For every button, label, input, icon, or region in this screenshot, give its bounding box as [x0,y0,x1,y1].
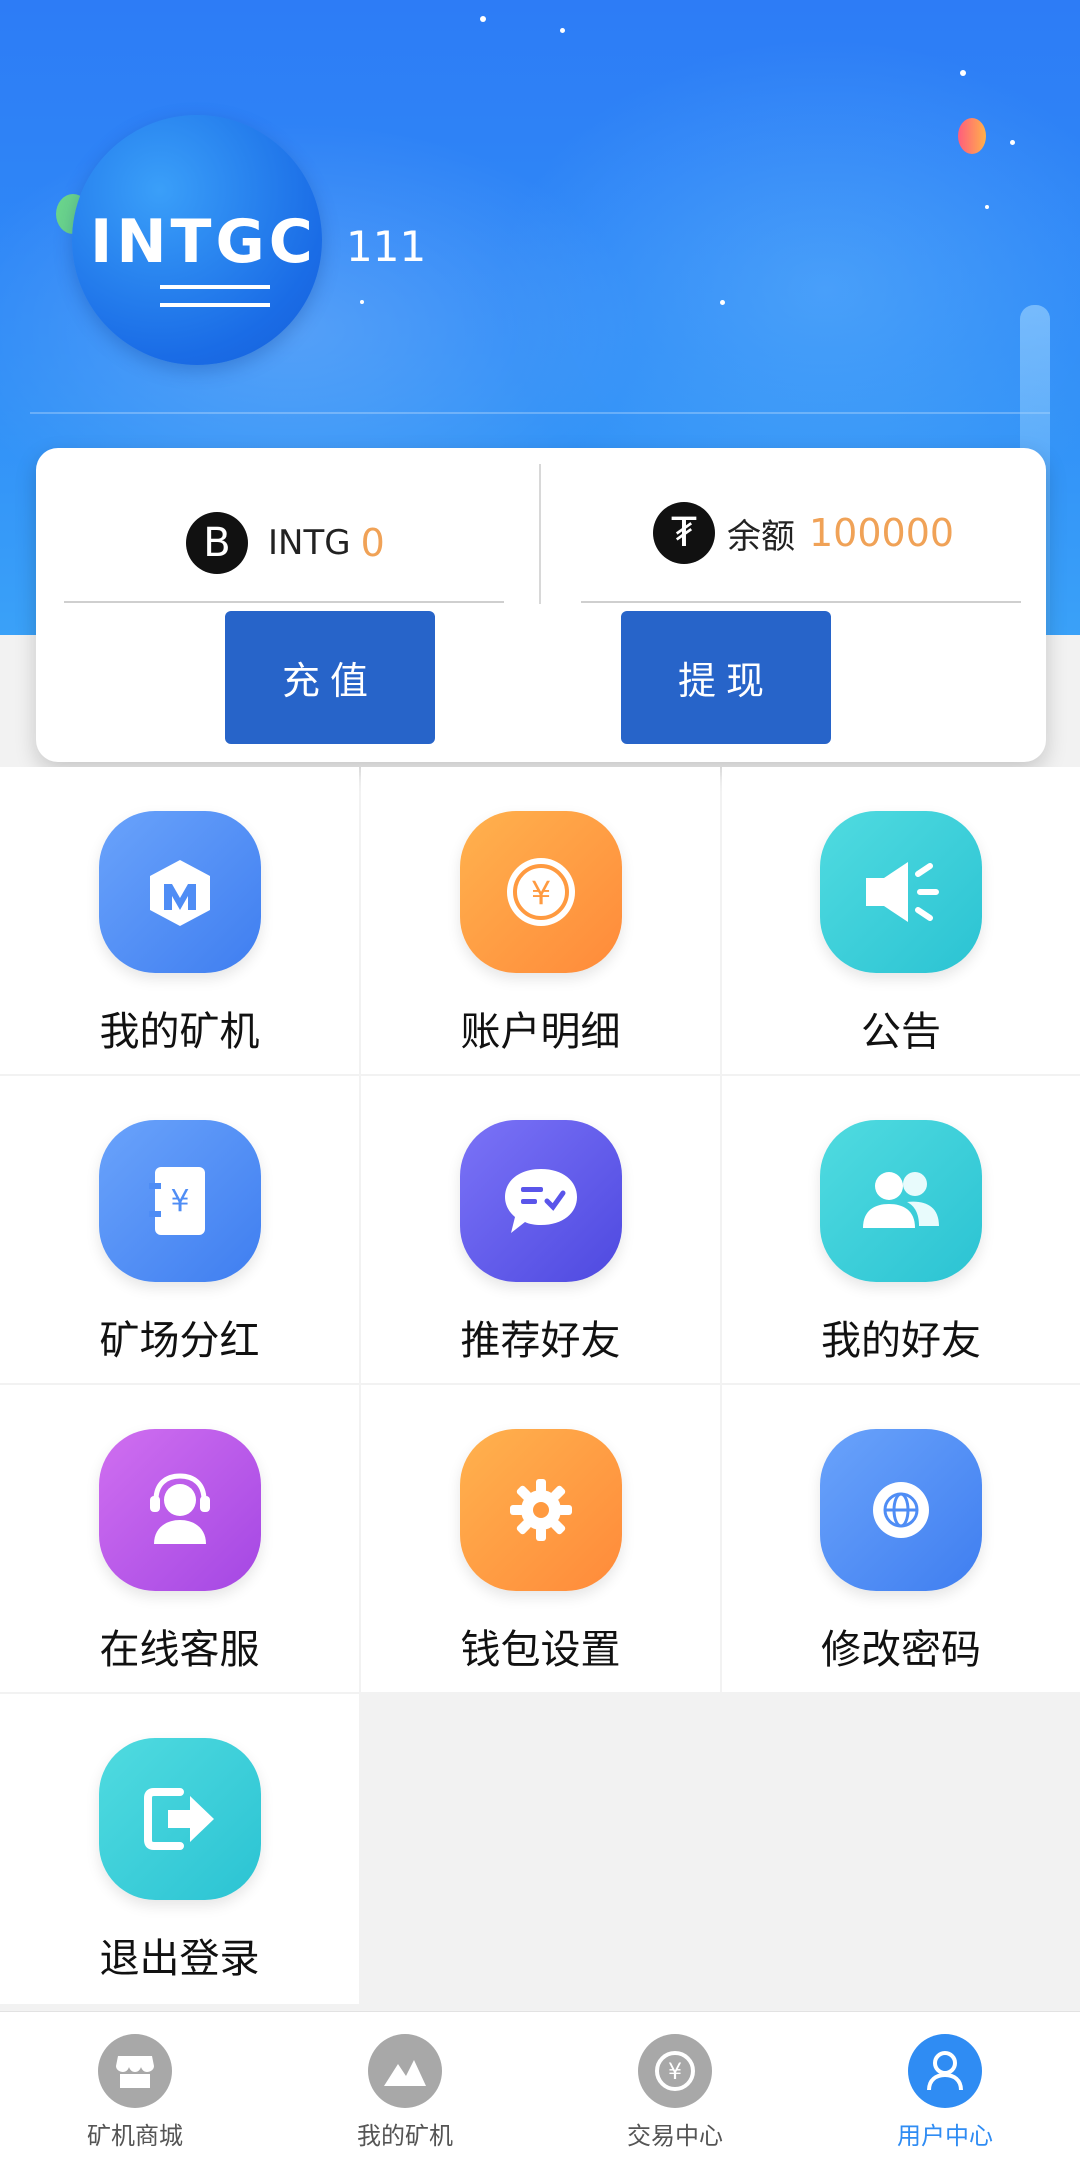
logout-icon [98,1738,261,1900]
friends-icon [820,1120,982,1282]
menu-change-password[interactable]: 修改密码 [722,1385,1080,1692]
svg-text:¥: ¥ [530,874,550,912]
menu-label: 矿场分红 [99,1318,260,1364]
menu-farm-dividend[interactable]: ¥ 矿场分红 [0,1076,359,1383]
header-divider-line [30,412,1050,414]
intg-balance: B INTG 0 [186,508,385,578]
menu-label: 修改密码 [821,1627,981,1673]
store-icon [98,2034,172,2108]
menu-announcement[interactable]: 公告 [722,767,1080,1074]
megaphone-icon [820,811,982,973]
menu-my-miners[interactable]: 我的矿机 [0,767,359,1074]
avatar-logo-text: INTGC [90,207,317,277]
menu-label: 账户明细 [460,1009,621,1055]
balance-label: 余额 [727,516,795,557]
avatar-logo-bar [160,285,270,307]
nav-label: 用户中心 [897,2122,993,2150]
miner-icon [98,811,261,973]
nav-tab-miner-store[interactable]: 矿机商城 [0,2012,270,2161]
svg-text:¥: ¥ [668,2060,682,2085]
balance-card: B INTG 0 ₮ 余额 100000 充值 提现 [36,448,1046,762]
withdraw-button[interactable]: 提现 [621,611,831,744]
nav-label: 矿机商城 [87,2122,183,2150]
menu-label: 我的好友 [821,1318,981,1364]
nav-label: 我的矿机 [357,2122,453,2150]
balance-value: 100000 [809,511,955,555]
menu-label: 公告 [861,1009,941,1055]
b-coin-icon: B [186,512,248,574]
svg-text:¥: ¥ [170,1184,189,1219]
ledger-icon: ¥ [98,1120,261,1282]
decor-star [1010,140,1015,145]
username: 111 [346,222,427,271]
menu-refer-friends[interactable]: 推荐好友 [361,1076,720,1383]
menu-label: 我的矿机 [99,1009,260,1055]
nav-tab-user-center[interactable]: 用户中心 [810,2012,1080,2161]
mountain-icon [368,2034,442,2108]
menu-online-support[interactable]: 在线客服 [0,1385,359,1692]
nav-tab-trade-center[interactable]: ¥ 交易中心 [540,2012,810,2161]
recharge-button[interactable]: 充值 [225,611,435,744]
decor-star [480,16,486,22]
tether-coin-icon: ₮ [653,502,715,564]
menu-label: 推荐好友 [460,1318,621,1364]
exchange-icon: ¥ [638,2034,712,2108]
support-icon [98,1429,261,1591]
decor-star [560,28,565,33]
coin-icon: ¥ [459,811,622,973]
menu-label: 退出登录 [99,1936,260,1982]
nav-tab-my-miners[interactable]: 我的矿机 [270,2012,540,2161]
menu-my-friends[interactable]: 我的好友 [722,1076,1080,1383]
user-icon [908,2034,982,2108]
card-underline-left [64,601,504,603]
gear-icon [459,1429,622,1591]
card-underline-right [581,601,1021,603]
decor-star [985,205,989,209]
decor-star [360,300,364,304]
nav-label: 交易中心 [627,2122,723,2150]
usdt-balance: ₮ 余额 100000 [653,498,954,568]
bottom-nav: 矿机商城 我的矿机 ¥ 交易中心 用户中心 [0,2011,1080,2161]
menu-account-detail[interactable]: ¥ 账户明细 [361,767,720,1074]
card-divider [539,464,541,604]
intg-value: 0 [360,521,385,565]
avatar[interactable]: INTGC [72,115,322,365]
menu-logout[interactable]: 退出登录 [0,1694,359,2004]
intg-label: INTG [268,523,351,563]
menu-label: 钱包设置 [460,1627,621,1673]
decor-orb [958,118,986,154]
menu-label: 在线客服 [99,1627,260,1673]
decor-star [720,300,725,305]
menu-wallet-settings[interactable]: 钱包设置 [361,1385,720,1692]
globe-icon [820,1429,982,1591]
decor-star [960,70,966,76]
chat-icon [459,1120,622,1282]
